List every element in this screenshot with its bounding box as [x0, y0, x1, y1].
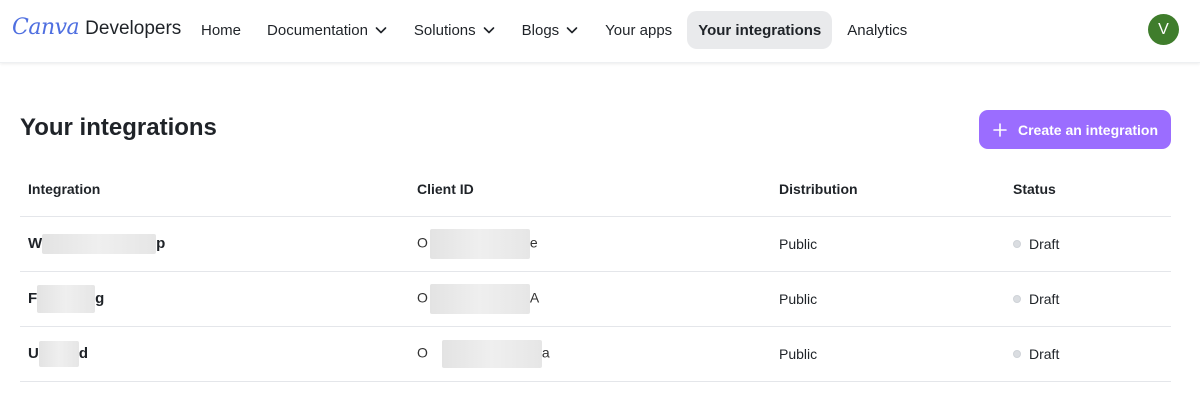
brand-product-name: Developers [85, 18, 182, 39]
integration-name[interactable]: Wp [20, 234, 409, 254]
client-id: Oa [409, 340, 771, 368]
status-badge: Draft [1005, 291, 1171, 307]
client-id-end: A [529, 289, 540, 306]
distribution-value: Public [779, 346, 818, 362]
column-header-client-id: Client ID [417, 181, 474, 197]
integration-name-end: g [95, 289, 105, 307]
chevron-down-icon [482, 23, 496, 37]
client-id-start: O [417, 344, 428, 361]
top-navigation-bar: Canva Developers Home Documentation Solu… [0, 0, 1200, 63]
integration-name-start: F [28, 289, 38, 307]
nav-solutions[interactable]: Solutions [403, 11, 507, 49]
nav-your-apps[interactable]: Your apps [594, 11, 683, 49]
plus-icon [992, 122, 1008, 138]
table-row[interactable]: Fg OA Public Draft [20, 272, 1171, 327]
nav-home-label: Home [201, 21, 242, 39]
nav-your-integrations-label: Your integrations [698, 21, 822, 39]
client-id-start: O [417, 289, 428, 306]
integration-name-end: p [156, 234, 166, 252]
client-id-start: O [417, 234, 428, 251]
user-avatar[interactable]: V [1148, 14, 1179, 45]
status-dot-icon [1013, 295, 1021, 303]
integration-name-start: U [28, 344, 39, 362]
status-badge: Draft [1005, 346, 1171, 362]
distribution-value: Public [779, 291, 818, 307]
redacted-block [429, 284, 530, 314]
distribution-value: Public [779, 236, 818, 252]
status-label: Draft [1029, 291, 1060, 307]
redacted-block [429, 229, 530, 259]
brand-logo-link[interactable]: Canva Developers [12, 16, 181, 40]
status-dot-icon [1013, 350, 1021, 358]
redacted-block [38, 341, 79, 367]
client-id: Oe [409, 229, 771, 259]
nav-analytics-label: Analytics [847, 21, 908, 39]
page-title: Your integrations [20, 114, 217, 141]
client-id-end: e [529, 234, 538, 251]
create-integration-label: Create an integration [1017, 121, 1159, 138]
avatar-initial: V [1158, 20, 1169, 38]
main-nav: Home Documentation Solutions Blogs Your … [190, 11, 918, 49]
redacted-block [37, 285, 96, 313]
nav-blogs[interactable]: Blogs [511, 11, 591, 49]
integration-name-end: d [78, 344, 89, 362]
redacted-block [441, 340, 542, 368]
integration-name[interactable]: Ud [20, 341, 409, 367]
nav-analytics[interactable]: Analytics [836, 11, 918, 49]
integrations-table: Integration Client ID Distribution Statu… [20, 162, 1171, 382]
canva-logo: Canva [12, 15, 80, 40]
nav-your-integrations[interactable]: Your integrations [687, 11, 833, 49]
status-dot-icon [1013, 240, 1021, 248]
status-label: Draft [1029, 346, 1060, 362]
table-row[interactable]: Ud Oa Public Draft [20, 327, 1171, 382]
status-label: Draft [1029, 236, 1060, 252]
chevron-down-icon [374, 23, 388, 37]
client-id: OA [409, 284, 771, 314]
nav-home[interactable]: Home [190, 11, 252, 49]
redacted-block [42, 234, 157, 254]
integration-name[interactable]: Fg [20, 285, 409, 313]
table-row[interactable]: Wp Oe Public Draft [20, 217, 1171, 272]
create-integration-button[interactable]: Create an integration [979, 110, 1171, 149]
status-badge: Draft [1005, 236, 1171, 252]
integration-name-start: W [28, 234, 43, 252]
nav-solutions-label: Solutions [413, 21, 476, 39]
nav-documentation-label: Documentation [267, 21, 368, 39]
column-header-status: Status [1013, 181, 1056, 197]
column-header-distribution: Distribution [779, 181, 858, 197]
column-header-integration: Integration [28, 181, 101, 197]
nav-your-apps-label: Your apps [605, 21, 673, 39]
table-header-row: Integration Client ID Distribution Statu… [20, 162, 1171, 217]
nav-documentation[interactable]: Documentation [256, 11, 399, 49]
client-id-end: a [541, 344, 550, 361]
nav-blogs-label: Blogs [521, 21, 560, 39]
chevron-down-icon [565, 23, 579, 37]
